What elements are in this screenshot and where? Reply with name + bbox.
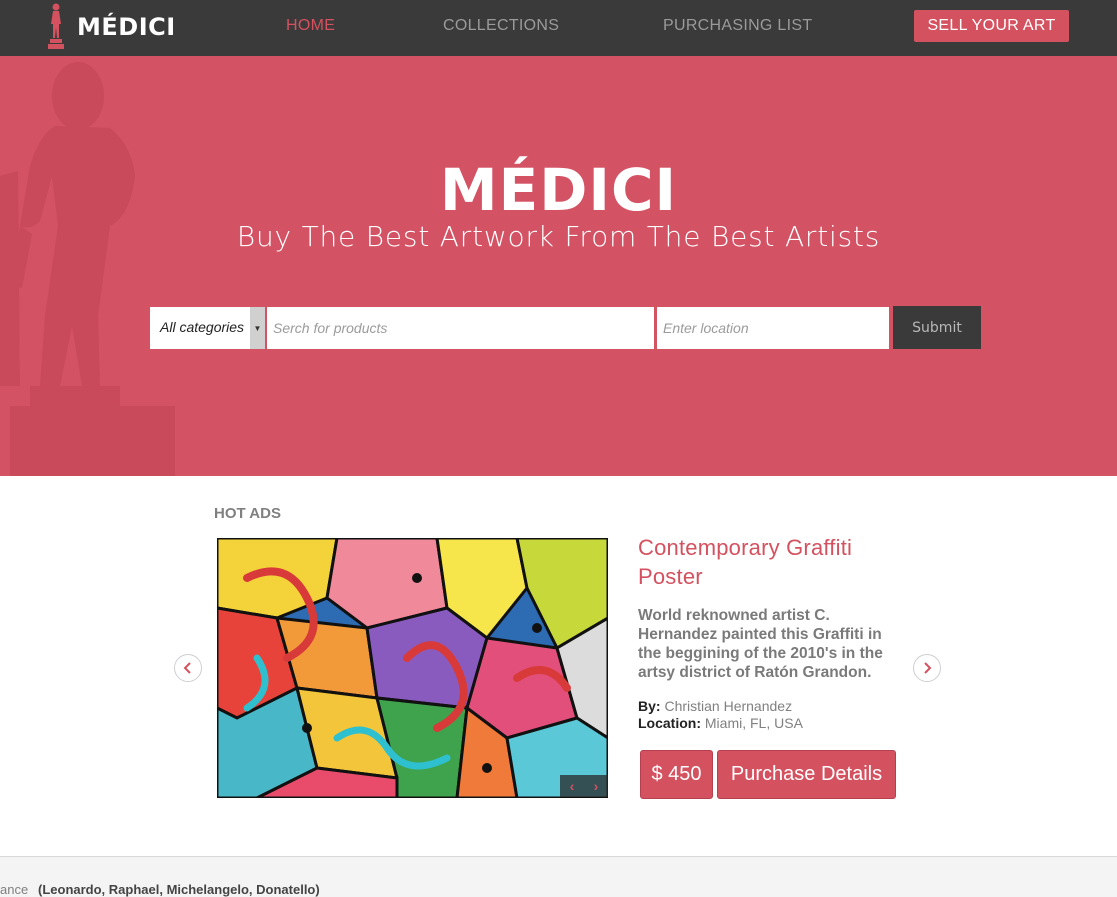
nav-home[interactable]: HOME (286, 17, 335, 35)
submit-button[interactable]: Submit (893, 306, 981, 349)
dropdown-caret-icon[interactable]: ▼ (250, 307, 265, 349)
ad-title[interactable]: Contemporary Graffiti Poster (638, 533, 908, 591)
category-select-value: All categories (160, 319, 245, 335)
price-button[interactable]: $ 450 (640, 750, 713, 799)
hero-subtitle: Buy The Best Artwork From The Best Artis… (236, 220, 881, 253)
purchase-details-button[interactable]: Purchase Details (717, 750, 896, 799)
ad-description: World reknowned artist C. Hernandez pain… (638, 607, 883, 681)
brand-name: MÉDICI (77, 13, 176, 41)
nav-collections[interactable]: COLLECTIONS (443, 17, 559, 35)
hero-banner: MÉDICI Buy The Best Artwork From The Bes… (0, 56, 1117, 476)
product-search-input[interactable] (267, 307, 654, 349)
footer-cut-text: ance (0, 882, 29, 897)
image-prev-button[interactable]: ‹ (560, 775, 584, 797)
graffiti-artwork (217, 538, 608, 798)
statue-logo-icon (48, 3, 64, 49)
brand-logo[interactable]: MÉDICI (44, 2, 176, 52)
chevron-left-icon (183, 662, 191, 674)
top-navbar: MÉDICI HOME COLLECTIONS PURCHASING LIST … (0, 0, 1117, 56)
ad-artist: By: Christian Hernandez (638, 698, 792, 714)
carousel-prev-button[interactable] (174, 654, 202, 682)
statue-silhouette (0, 62, 175, 476)
chevron-right-icon (924, 662, 932, 674)
location-label: Location: (638, 715, 701, 731)
location-input[interactable] (657, 307, 889, 349)
chevron-left-icon: ‹ (569, 778, 575, 794)
carousel-next-button[interactable] (913, 654, 941, 682)
nav-purchasing-list[interactable]: PURCHASING LIST (663, 17, 812, 35)
ad-artwork-image[interactable] (217, 538, 608, 798)
artist-name: Christian Hernandez (664, 698, 793, 714)
footer-strip: ance (Leonardo, Raphael, Michelangelo, D… (0, 856, 1117, 897)
hot-ads-heading: HOT ADS (214, 505, 281, 522)
location-value: Miami, FL, USA (704, 715, 803, 731)
hero-title: MÉDICI (439, 156, 678, 224)
sell-your-art-button[interactable]: SELL YOUR ART (914, 10, 1069, 42)
artist-label: By: (638, 698, 661, 714)
category-select[interactable]: All categories ▼ (150, 307, 265, 349)
footer-names: (Leonardo, Raphael, Michelangelo, Donate… (38, 882, 320, 897)
ad-location: Location: Miami, FL, USA (638, 715, 803, 731)
chevron-right-icon: › (593, 778, 599, 794)
image-next-button[interactable]: › (584, 775, 608, 797)
